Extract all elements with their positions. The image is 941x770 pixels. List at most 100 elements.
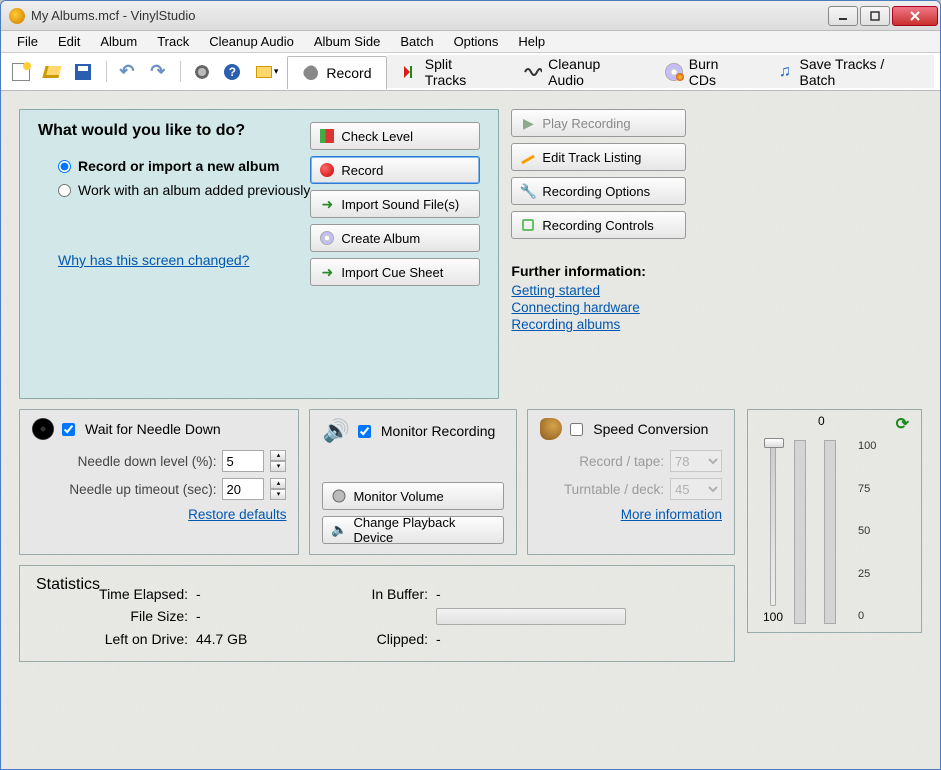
menubar: File Edit Album Track Cleanup Audio Albu… bbox=[1, 31, 940, 53]
help-button[interactable]: ? bbox=[218, 55, 247, 88]
left-on-drive-value: 44.7 GB bbox=[196, 631, 326, 647]
tab-save[interactable]: ♫ Save Tracks / Batch bbox=[761, 55, 934, 88]
help-icon: ? bbox=[224, 64, 240, 80]
menu-options[interactable]: Options bbox=[444, 32, 509, 51]
new-icon bbox=[12, 63, 30, 81]
speed-checkbox[interactable] bbox=[570, 423, 583, 436]
tab-split[interactable]: Split Tracks bbox=[387, 55, 510, 88]
import-cue-icon: ➜ bbox=[319, 264, 335, 280]
save-icon bbox=[75, 64, 91, 80]
settings-button[interactable] bbox=[187, 55, 216, 88]
getting-started-link[interactable]: Getting started bbox=[511, 283, 686, 298]
reset-meter-icon[interactable]: ⟳ bbox=[896, 414, 909, 434]
edit-track-listing-button[interactable]: Edit Track Listing bbox=[511, 143, 686, 171]
undo-icon: ↶ bbox=[119, 61, 134, 82]
in-buffer-value: - bbox=[436, 586, 718, 602]
recording-options-button[interactable]: 🔧 Recording Options bbox=[511, 177, 686, 205]
tab-cleanup[interactable]: Cleanup Audio bbox=[509, 55, 650, 88]
separator bbox=[180, 61, 181, 82]
gain-slider[interactable] bbox=[770, 440, 776, 606]
menu-edit[interactable]: Edit bbox=[48, 32, 90, 51]
spin-down[interactable]: ▾ bbox=[270, 461, 286, 472]
needle-timeout-input[interactable] bbox=[222, 478, 264, 500]
recording-controls-button[interactable]: Recording Controls bbox=[511, 211, 686, 239]
monitor-volume-button[interactable]: Monitor Volume bbox=[322, 482, 504, 510]
left-on-drive-label: Left on Drive: bbox=[36, 631, 196, 647]
restore-defaults-link[interactable]: Restore defaults bbox=[188, 507, 286, 522]
undo-button[interactable]: ↶ bbox=[113, 55, 142, 88]
change-device-button[interactable]: 🔈 Change Playback Device bbox=[322, 516, 504, 544]
controls-icon bbox=[520, 217, 536, 233]
slider-bottom-label: 100 bbox=[763, 610, 783, 624]
record-button[interactable]: Record bbox=[310, 156, 480, 184]
menu-album[interactable]: Album bbox=[90, 32, 147, 51]
redo-button[interactable]: ↷ bbox=[143, 55, 172, 88]
menu-help[interactable]: Help bbox=[508, 32, 555, 51]
close-button[interactable] bbox=[892, 6, 938, 26]
wait-needle-checkbox[interactable] bbox=[62, 423, 75, 436]
split-icon bbox=[402, 63, 419, 81]
import-sound-button[interactable]: ➜ Import Sound File(s) bbox=[310, 190, 480, 218]
folder-dropdown[interactable]: ▾ bbox=[249, 55, 286, 88]
menu-side[interactable]: Album Side bbox=[304, 32, 390, 51]
menu-track[interactable]: Track bbox=[147, 32, 199, 51]
wait-needle-label: Wait for Needle Down bbox=[85, 421, 221, 437]
gear-icon bbox=[194, 64, 210, 80]
play-icon: ▶ bbox=[520, 115, 536, 131]
tab-record-label: Record bbox=[326, 65, 371, 81]
folder-icon bbox=[256, 66, 272, 78]
save-toolbar-button[interactable] bbox=[69, 55, 98, 88]
in-buffer-label: In Buffer: bbox=[326, 586, 436, 602]
file-size-value: - bbox=[196, 608, 326, 625]
maximize-button[interactable] bbox=[860, 6, 890, 26]
gramophone-icon bbox=[540, 418, 562, 440]
import-cue-button[interactable]: ➜ Import Cue Sheet bbox=[310, 258, 480, 286]
slider-thumb[interactable] bbox=[764, 438, 784, 448]
radio-record-import[interactable] bbox=[58, 160, 71, 173]
tab-save-label: Save Tracks / Batch bbox=[800, 56, 920, 88]
speed-label: Speed Conversion bbox=[593, 421, 708, 437]
option-record-import[interactable]: Record or import a new album bbox=[38, 154, 310, 178]
why-changed-link[interactable]: Why has this screen changed? bbox=[58, 252, 249, 268]
redo-icon: ↷ bbox=[150, 61, 165, 82]
open-button[interactable] bbox=[38, 55, 67, 88]
record-dot-icon bbox=[319, 162, 335, 178]
titlebar: My Albums.mcf - VinylStudio bbox=[1, 1, 940, 31]
turntable-select[interactable]: 45 bbox=[670, 478, 722, 500]
waveform-icon bbox=[524, 63, 542, 81]
time-elapsed-value: - bbox=[196, 586, 326, 602]
menu-file[interactable]: File bbox=[7, 32, 48, 51]
minimize-button[interactable] bbox=[828, 6, 858, 26]
cd-icon bbox=[319, 230, 335, 246]
spin-down[interactable]: ▾ bbox=[270, 489, 286, 500]
spin-up[interactable]: ▴ bbox=[270, 450, 286, 461]
menu-batch[interactable]: Batch bbox=[390, 32, 443, 51]
file-size-label: File Size: bbox=[36, 608, 196, 625]
tab-burn[interactable]: Burn CDs bbox=[650, 55, 761, 88]
new-button[interactable] bbox=[7, 55, 36, 88]
connecting-hardware-link[interactable]: Connecting hardware bbox=[511, 300, 686, 315]
chevron-down-icon: ▾ bbox=[274, 66, 279, 77]
music-notes-icon: ♫ bbox=[776, 63, 793, 81]
further-info-title: Further information: bbox=[511, 263, 686, 279]
play-recording-button[interactable]: ▶ Play Recording bbox=[511, 109, 686, 137]
recording-albums-link[interactable]: Recording albums bbox=[511, 317, 686, 332]
spin-up[interactable]: ▴ bbox=[270, 478, 286, 489]
level-meter-panel: 0 ⟳ 100 100 75 50 25 0 bbox=[747, 409, 922, 633]
monitor-checkbox[interactable] bbox=[358, 425, 371, 438]
open-icon bbox=[43, 66, 62, 78]
tab-record[interactable]: Record bbox=[287, 56, 386, 89]
pencil-icon bbox=[520, 149, 536, 165]
option-work-previous[interactable]: Work with an album added previously bbox=[38, 178, 310, 202]
create-album-button[interactable]: Create Album bbox=[310, 224, 480, 252]
more-info-link[interactable]: More information bbox=[621, 507, 722, 522]
radio-work-previous[interactable] bbox=[58, 184, 71, 197]
menu-cleanup[interactable]: Cleanup Audio bbox=[199, 32, 304, 51]
separator bbox=[106, 61, 107, 82]
record-tape-select[interactable]: 78 bbox=[670, 450, 722, 472]
needle-level-input[interactable] bbox=[222, 450, 264, 472]
monitor-group: 🔊 Monitor Recording Monitor Volume 🔈 bbox=[309, 409, 517, 555]
main-panel: What would you like to do? Record or imp… bbox=[19, 109, 499, 399]
tab-split-label: Split Tracks bbox=[425, 56, 494, 88]
check-level-button[interactable]: Check Level bbox=[310, 122, 480, 150]
